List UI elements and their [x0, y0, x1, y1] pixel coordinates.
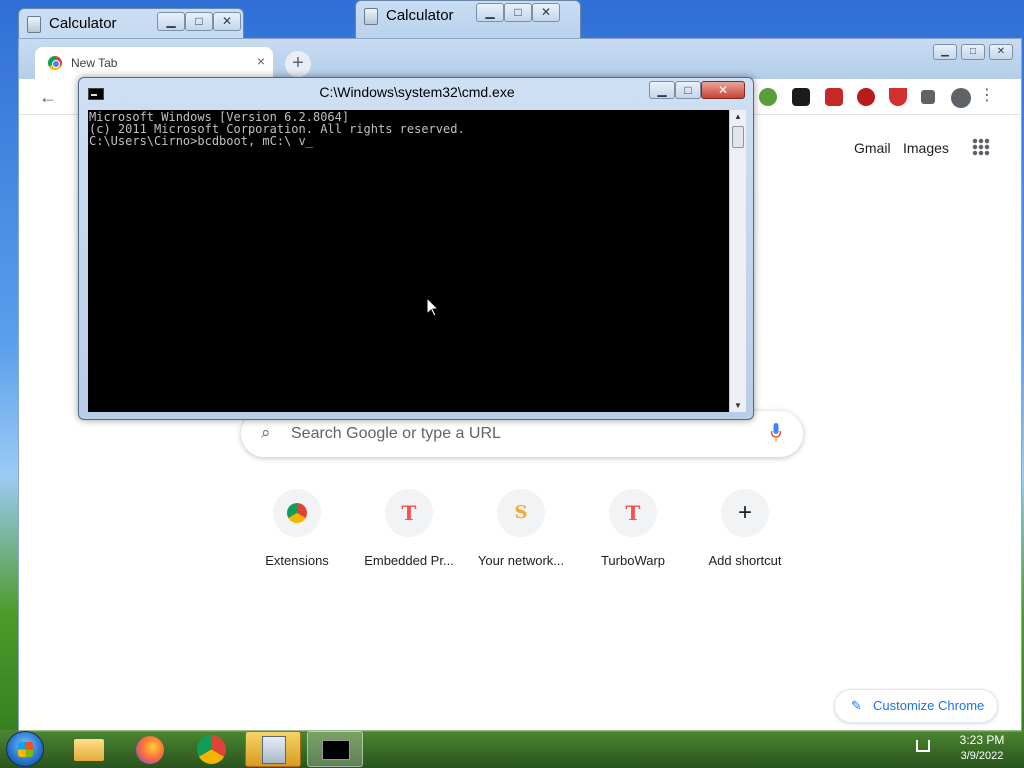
taskbar-cmd[interactable]: [307, 731, 363, 767]
scroll-up-arrow-icon[interactable]: ▲: [734, 112, 742, 121]
minimize-button[interactable]: ▁: [476, 3, 504, 22]
chrome-tab-strip: New Tab × + ▁ □ ✕: [19, 39, 1021, 79]
scroll-down-arrow-icon[interactable]: ▼: [734, 401, 742, 410]
google-apps-icon[interactable]: [972, 138, 990, 156]
scroll-thumb[interactable]: [732, 126, 744, 148]
profile-avatar-icon[interactable]: [951, 88, 971, 108]
search-input[interactable]: [291, 422, 711, 446]
shortcut-label: Add shortcut: [708, 553, 782, 568]
taskbar-file-explorer[interactable]: [62, 731, 118, 767]
close-button[interactable]: ✕: [989, 44, 1013, 60]
cmd-icon: [322, 740, 350, 760]
start-button[interactable]: [6, 731, 44, 767]
window-title: Calculator: [49, 15, 117, 32]
search-icon: ⌕: [261, 423, 271, 442]
calculator-icon: [27, 16, 41, 33]
minimize-button[interactable]: ▁: [649, 81, 675, 99]
windows-logo-icon: [18, 742, 33, 757]
shortcut-tile[interactable]: T Embedded Pr...: [353, 489, 465, 568]
maximize-button[interactable]: □: [961, 44, 985, 60]
shortcut-label: Extensions: [265, 553, 329, 568]
console-output[interactable]: Microsoft Windows [Version 6.2.8064] (c) …: [88, 110, 729, 412]
mouse-pointer-icon: [427, 298, 439, 317]
pencil-icon: ✎: [851, 698, 862, 713]
file-explorer-icon: [74, 739, 104, 761]
back-arrow-icon[interactable]: ←: [39, 87, 57, 108]
extension-among-us-icon[interactable]: [857, 88, 875, 106]
shortcut-label: Embedded Pr...: [364, 553, 454, 568]
taskbar: [0, 730, 1024, 768]
extension-red-figure-icon[interactable]: [825, 88, 843, 106]
chrome-window-controls: ▁ □ ✕: [929, 41, 1013, 60]
gmail-link[interactable]: Gmail: [854, 140, 891, 156]
shortcut-tile[interactable]: S Your network...: [465, 489, 577, 568]
taskbar-firefox[interactable]: [122, 731, 178, 767]
chrome-icon: [197, 735, 226, 764]
network-icon[interactable]: [916, 740, 930, 752]
extension-cat-icon[interactable]: [792, 88, 810, 106]
shortcut-label: TurboWarp: [600, 553, 666, 568]
shortcut-tile[interactable]: Extensions: [241, 489, 353, 568]
firefox-icon: [136, 736, 164, 764]
shortcut-label: Your network...: [477, 553, 565, 568]
calculator-icon: [364, 8, 378, 25]
minimize-button[interactable]: ▁: [933, 44, 957, 60]
maximize-button[interactable]: □: [675, 81, 701, 99]
tab-close-icon[interactable]: ×: [257, 53, 265, 69]
clock-date[interactable]: 3/9/2022: [952, 750, 1012, 762]
close-button[interactable]: ✕: [701, 81, 745, 99]
add-shortcut-button[interactable]: + Add shortcut: [689, 489, 801, 568]
vertical-scrollbar[interactable]: ▲ ▼: [729, 110, 746, 412]
close-button[interactable]: ✕: [532, 3, 560, 22]
maximize-button[interactable]: □: [185, 12, 213, 31]
cmd-window[interactable]: C:\Windows\system32\cmd.exe ▁ □ ✕ Micros…: [78, 77, 754, 420]
extensions-puzzle-icon[interactable]: [921, 90, 935, 104]
turbowarp-icon: T: [609, 489, 657, 537]
shortcut-tile[interactable]: T TurboWarp: [577, 489, 689, 568]
turbowarp-icon: T: [385, 489, 433, 537]
extension-creeper-icon[interactable]: [759, 88, 777, 106]
new-tab-button[interactable]: +: [285, 51, 311, 77]
close-button[interactable]: ✕: [213, 12, 241, 31]
minimize-button[interactable]: ▁: [157, 12, 185, 31]
calculator-icon: [262, 736, 286, 764]
chrome-icon: [273, 489, 321, 537]
microphone-icon[interactable]: [771, 423, 781, 443]
clock-time[interactable]: 3:23 PM: [952, 733, 1012, 747]
scratch-icon: S: [497, 489, 545, 537]
chrome-icon: [48, 56, 62, 70]
taskbar-calculator[interactable]: [245, 731, 301, 767]
images-link[interactable]: Images: [903, 140, 949, 156]
plus-icon: +: [721, 489, 769, 537]
taskbar-chrome[interactable]: [183, 731, 239, 767]
window-title: Calculator: [386, 7, 454, 24]
extension-watermelon-icon[interactable]: [889, 88, 907, 106]
tab-new-tab[interactable]: New Tab ×: [35, 47, 273, 79]
customize-chrome-button[interactable]: ✎ Customize Chrome: [834, 689, 998, 723]
more-menu-icon[interactable]: ⋮: [979, 85, 995, 105]
console-prompt-line[interactable]: C:\Users\Cirno>bcdboot, mC:\ v_: [89, 135, 729, 147]
customize-chrome-label: Customize Chrome: [873, 698, 985, 713]
tab-title: New Tab: [71, 56, 118, 70]
maximize-button[interactable]: □: [504, 3, 532, 22]
